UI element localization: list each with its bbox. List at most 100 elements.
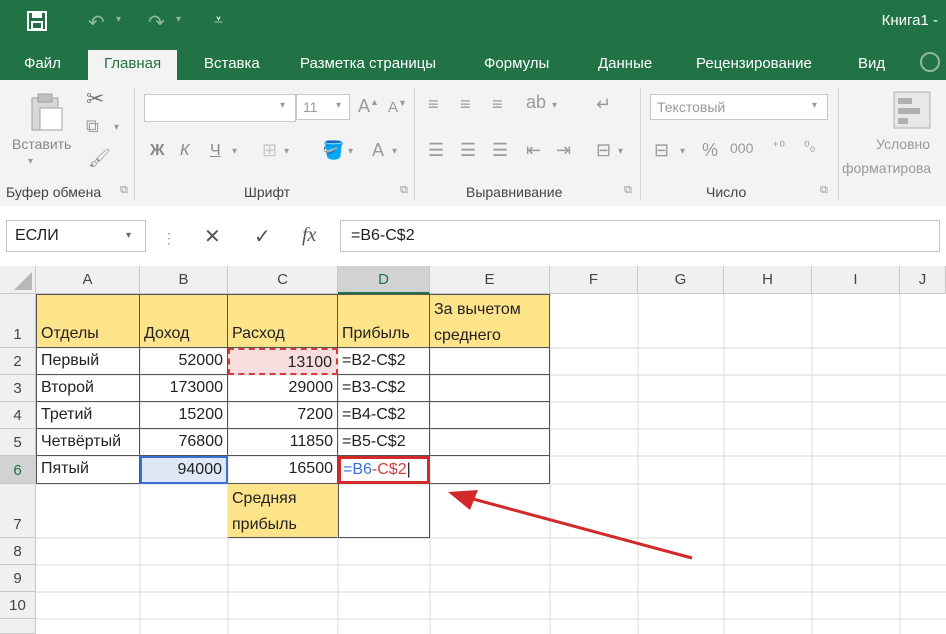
enter-icon[interactable]: ✓ <box>254 224 271 249</box>
cell-a6[interactable]: Пятый <box>36 456 140 484</box>
tab-file[interactable]: Файл <box>24 52 61 80</box>
cell-b3[interactable]: 173000 <box>140 375 228 402</box>
copy-dropdown-icon[interactable]: ▾ <box>114 122 119 133</box>
row-header-9[interactable]: 9 <box>0 565 36 592</box>
cell-a3[interactable]: Второй <box>36 375 140 402</box>
cell-b5[interactable]: 76800 <box>140 429 228 456</box>
column-header-g[interactable]: G <box>638 266 724 294</box>
column-header-c[interactable]: C <box>228 266 338 294</box>
tab-data[interactable]: Данные <box>598 52 652 80</box>
customize-toolbar-icon[interactable]: ⩡ <box>214 12 223 30</box>
name-box[interactable]: ЕСЛИ <box>6 220 146 252</box>
tab-view[interactable]: Вид <box>858 52 885 80</box>
cell-c4[interactable]: 7200 <box>228 402 338 429</box>
font-size-dropdown-icon[interactable]: ▾ <box>336 100 341 111</box>
row-header-2[interactable]: 2 <box>0 348 36 375</box>
cell-d4[interactable]: =B4-C$2 <box>338 402 430 429</box>
decrease-font-icon[interactable]: A▼ <box>388 98 407 116</box>
cell-b6[interactable]: 94000 <box>140 456 228 484</box>
font-size-box[interactable]: 11 <box>296 94 350 120</box>
formula-input[interactable]: =B6-C$2 <box>340 220 940 252</box>
row-header-11[interactable] <box>0 619 36 634</box>
font-color-dropdown-icon[interactable]: ▾ <box>392 146 397 157</box>
increase-font-icon[interactable]: A▲ <box>358 96 379 117</box>
tab-insert[interactable]: Вставка <box>204 52 260 80</box>
conditional-formatting-icon[interactable] <box>892 90 932 135</box>
cell-e5[interactable] <box>430 429 550 456</box>
cell-d2[interactable]: =B2-C$2 <box>338 348 430 375</box>
cell-d5[interactable]: =B5-C$2 <box>338 429 430 456</box>
undo-icon[interactable]: ↶ <box>88 10 105 35</box>
save-icon[interactable] <box>26 10 48 38</box>
spreadsheet-grid[interactable]: A B C D E F G H I J 1 2 3 4 5 6 7 8 9 10… <box>0 266 946 634</box>
column-header-a[interactable]: A <box>36 266 140 294</box>
currency-icon[interactable]: ⊟ <box>654 140 669 161</box>
row-header-6[interactable]: 6 <box>0 456 36 484</box>
row-header-1[interactable]: 1 <box>0 294 36 348</box>
align-top-icon[interactable]: ≡ <box>428 94 439 115</box>
align-middle-icon[interactable]: ≡ <box>460 94 471 115</box>
tab-home[interactable]: Главная <box>88 50 178 80</box>
font-color-icon[interactable]: A <box>372 140 384 161</box>
bold-button[interactable]: Ж <box>150 142 164 160</box>
redo-icon[interactable]: ↷ <box>148 10 165 35</box>
orientation-icon[interactable]: ab <box>526 92 546 113</box>
align-right-icon[interactable]: ☰ <box>492 140 508 161</box>
font-name-box[interactable] <box>144 94 296 122</box>
italic-button[interactable]: К <box>180 142 189 160</box>
thousands-separator-icon[interactable]: 000 <box>730 140 753 156</box>
underline-button[interactable]: Ч <box>210 142 221 160</box>
cell-b1[interactable]: Доход <box>140 294 228 348</box>
name-box-dropdown-icon[interactable]: ▾ <box>126 230 131 241</box>
alignment-launcher-icon[interactable]: ⧉ <box>624 184 632 197</box>
row-header-4[interactable]: 4 <box>0 402 36 429</box>
cell-d1[interactable]: Прибыль <box>338 294 430 348</box>
column-header-b[interactable]: B <box>140 266 228 294</box>
borders-dropdown-icon[interactable]: ▾ <box>284 146 289 157</box>
decrease-decimal-icon[interactable]: ⁰₀ <box>804 138 815 155</box>
select-all-corner[interactable] <box>0 266 36 294</box>
cell-e2[interactable] <box>430 348 550 375</box>
cancel-icon[interactable]: ✕ <box>204 224 221 249</box>
increase-decimal-icon[interactable]: ⁺⁰ <box>772 138 785 155</box>
row-header-5[interactable]: 5 <box>0 429 36 456</box>
cell-a2[interactable]: Первый <box>36 348 140 375</box>
clipboard-launcher-icon[interactable]: ⧉ <box>120 184 128 197</box>
fill-color-icon[interactable]: 🪣 <box>322 140 344 161</box>
cell-b2[interactable]: 52000 <box>140 348 228 375</box>
row-header-7[interactable]: 7 <box>0 484 36 538</box>
row-header-3[interactable]: 3 <box>0 375 36 402</box>
wrap-text-icon[interactable]: ↵ <box>596 94 611 115</box>
insert-function-icon[interactable]: fx <box>302 224 316 247</box>
number-launcher-icon[interactable]: ⧉ <box>820 184 828 197</box>
align-bottom-icon[interactable]: ≡ <box>492 94 503 115</box>
borders-icon[interactable]: ⊞ <box>262 140 277 161</box>
cut-icon[interactable]: ✂ <box>86 86 104 112</box>
cell-b4[interactable]: 15200 <box>140 402 228 429</box>
tab-formulas[interactable]: Формулы <box>484 52 549 80</box>
conditional-formatting-label-1[interactable]: Условно <box>876 136 930 152</box>
tab-page-layout[interactable]: Разметка страницы <box>300 52 436 80</box>
percent-icon[interactable]: % <box>702 140 718 161</box>
align-center-icon[interactable]: ☰ <box>460 140 476 161</box>
cell-c2[interactable]: 13100 <box>228 348 338 375</box>
column-header-j[interactable]: J <box>900 266 946 294</box>
undo-dropdown-icon[interactable]: ▾ <box>116 14 121 25</box>
align-left-icon[interactable]: ☰ <box>428 140 444 161</box>
cell-a4[interactable]: Третий <box>36 402 140 429</box>
copy-icon[interactable]: ⧉ <box>86 116 99 137</box>
increase-indent-icon[interactable]: ⇥ <box>556 140 571 161</box>
column-header-d[interactable]: D <box>338 266 430 294</box>
cell-e1[interactable]: За вычетом среднего <box>430 294 550 348</box>
cell-c3[interactable]: 29000 <box>228 375 338 402</box>
underline-dropdown-icon[interactable]: ▾ <box>232 146 237 157</box>
cell-e3[interactable] <box>430 375 550 402</box>
column-header-f[interactable]: F <box>550 266 638 294</box>
redo-dropdown-icon[interactable]: ▾ <box>176 14 181 25</box>
fill-color-dropdown-icon[interactable]: ▾ <box>348 146 353 157</box>
column-header-e[interactable]: E <box>430 266 550 294</box>
column-header-i[interactable]: I <box>812 266 900 294</box>
orientation-dropdown-icon[interactable]: ▾ <box>552 100 557 111</box>
cell-e4[interactable] <box>430 402 550 429</box>
row-header-10[interactable]: 10 <box>0 592 36 619</box>
